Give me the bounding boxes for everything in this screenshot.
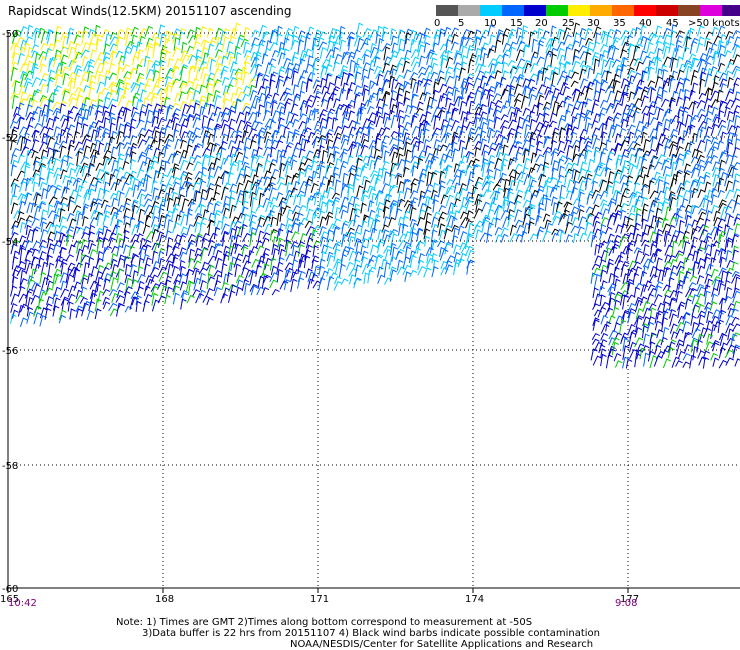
wind-barb-map: -50-52-54-56-58-60165 168 171 174 177: [0, 22, 740, 605]
lat-label: -56: [2, 346, 18, 357]
wind-barbs-layer: [9, 22, 740, 369]
note-line-2: 3)Data buffer is 22 hrs from 20151107 4)…: [142, 628, 600, 639]
end-time-label: 9:08: [615, 598, 638, 609]
lon-label: 171: [310, 594, 329, 605]
lat-label: -58: [2, 461, 18, 472]
lat-label: -52: [2, 133, 18, 144]
lon-label: 168: [155, 594, 174, 605]
lat-label: -50: [2, 29, 18, 40]
start-time-label: 10:42: [8, 598, 37, 609]
note-line-1: Note: 1) Times are GMT 2)Times along bot…: [116, 617, 533, 628]
lon-label: 174: [465, 594, 484, 605]
lat-label: -54: [2, 237, 18, 248]
note-line-3: NOAA/NESDIS/Center for Satellite Applica…: [290, 639, 594, 650]
